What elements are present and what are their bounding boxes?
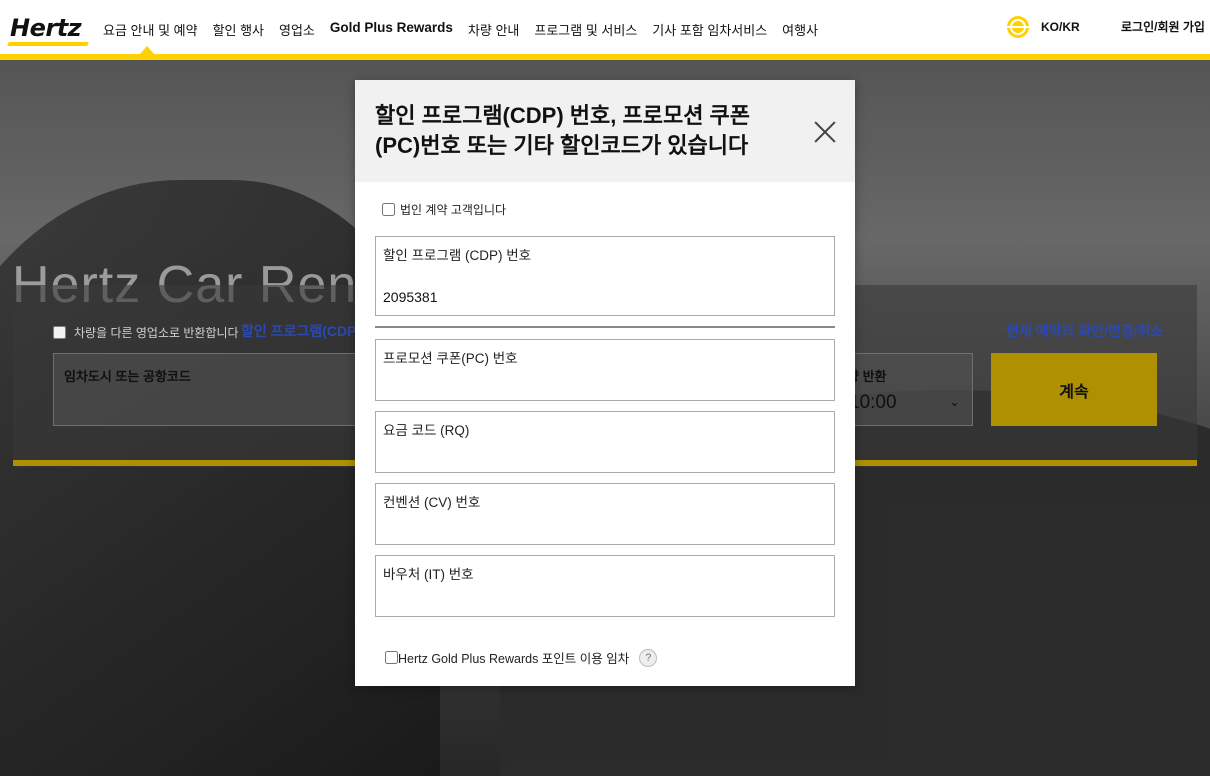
- rate-code-field[interactable]: 요금 코드 (RQ): [375, 411, 835, 473]
- convention-number-label: 컨벤션 (CV) 번호: [383, 495, 481, 510]
- globe-icon: [1007, 16, 1029, 38]
- nav-item-locations[interactable]: 영업소: [279, 20, 315, 39]
- nav-item-gold-plus-rewards[interactable]: Gold Plus Rewards: [330, 20, 453, 39]
- nav-item-chauffeur[interactable]: 기사 포함 임차서비스: [652, 20, 767, 39]
- modal-header: 할인 프로그램(CDP) 번호, 프로모션 쿠폰(PC)번호 또는 기타 할인코…: [355, 80, 855, 182]
- gold-points-checkbox[interactable]: [385, 651, 398, 664]
- hertz-logo[interactable]: Hertz: [7, 14, 90, 48]
- gold-points-label: Hertz Gold Plus Rewards 포인트 이용 임차: [398, 652, 630, 666]
- help-icon[interactable]: ?: [639, 648, 658, 667]
- site-header: Hertz 요금 안내 및 예약 할인 행사 영업소 Gold Plus Rew…: [0, 0, 1210, 54]
- close-icon[interactable]: [813, 120, 837, 144]
- promo-coupon-label: 프로모션 쿠폰(PC) 번호: [383, 351, 518, 366]
- logo-underline: [7, 42, 89, 46]
- cdp-number-field[interactable]: 할인 프로그램 (CDP) 번호 2095381: [375, 236, 835, 316]
- discount-code-modal: 할인 프로그램(CDP) 번호, 프로모션 쿠폰(PC)번호 또는 기타 할인코…: [355, 80, 855, 686]
- nav-item-vehicles[interactable]: 차량 안내: [468, 20, 519, 39]
- main-nav: 요금 안내 및 예약 할인 행사 영업소 Gold Plus Rewards 차…: [103, 20, 833, 39]
- corporate-customer-option[interactable]: 법인 계약 고객입니다: [382, 201, 506, 218]
- promo-coupon-field[interactable]: 프로모션 쿠폰(PC) 번호: [375, 339, 835, 401]
- nav-item-rates-reservations[interactable]: 요금 안내 및 예약: [103, 20, 198, 39]
- convention-number-field[interactable]: 컨벤션 (CV) 번호: [375, 483, 835, 545]
- nav-item-programs-services[interactable]: 프로그램 및 서비스: [534, 20, 637, 39]
- language-selector[interactable]: KO/KR: [1007, 16, 1080, 38]
- corporate-customer-checkbox[interactable]: [382, 203, 395, 216]
- voucher-number-label: 바우처 (IT) 번호: [383, 567, 474, 582]
- modal-title: 할인 프로그램(CDP) 번호, 프로모션 쿠폰(PC)번호 또는 기타 할인코…: [375, 103, 751, 158]
- nav-item-travel-agents[interactable]: 여행사: [782, 20, 818, 39]
- cdp-number-value[interactable]: 2095381: [383, 289, 438, 305]
- voucher-number-field[interactable]: 바우처 (IT) 번호: [375, 555, 835, 617]
- login-link[interactable]: 로그인/회원 가입: [1121, 18, 1205, 35]
- logo-text: Hertz: [10, 14, 82, 42]
- gold-points-option[interactable]: Hertz Gold Plus Rewards 포인트 이용 임차 ?: [385, 648, 658, 667]
- cdp-number-label: 할인 프로그램 (CDP) 번호: [383, 248, 532, 263]
- nav-item-deals[interactable]: 할인 행사: [213, 20, 264, 39]
- language-label: KO/KR: [1041, 20, 1080, 34]
- corporate-customer-label: 법인 계약 고객입니다: [400, 203, 507, 217]
- field-divider: [375, 326, 835, 328]
- active-nav-indicator: [140, 46, 154, 54]
- rate-code-label: 요금 코드 (RQ): [383, 423, 470, 438]
